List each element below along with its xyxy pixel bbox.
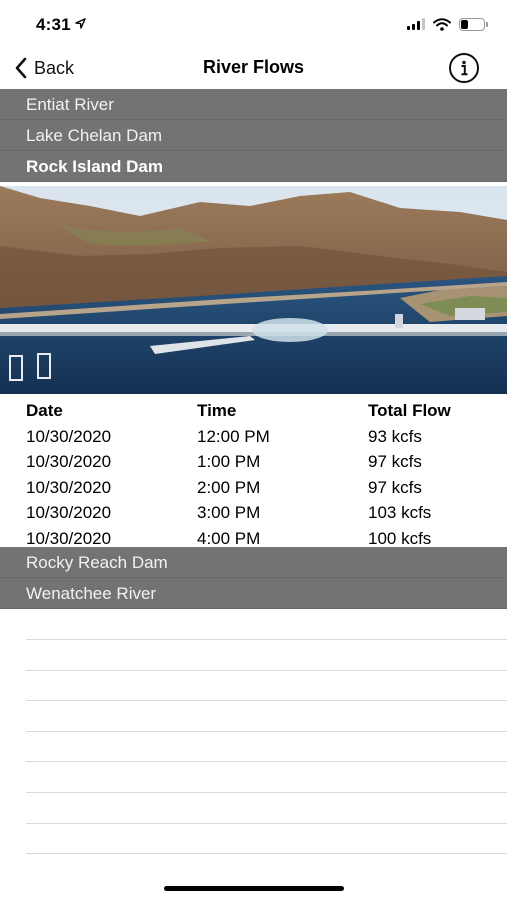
status-time: 4:31 [36, 15, 86, 35]
wifi-icon [433, 17, 451, 31]
table-row: 10/30/2020 3:00 PM 103 kcfs [0, 500, 507, 526]
table-header: Date Time Total Flow [0, 398, 507, 424]
column-header-total-flow: Total Flow [368, 401, 451, 420]
cell-flow: 97 kcfs [368, 477, 422, 497]
status-bar: 4:31 [0, 0, 507, 46]
table-row: 10/30/2020 2:00 PM 97 kcfs [0, 475, 507, 501]
river-item-label: Rock Island Dam [26, 157, 163, 176]
river-item-wenatchee[interactable]: Wenatchee River [0, 578, 507, 609]
divider [26, 822, 507, 854]
river-item-entiat[interactable]: Entiat River [0, 89, 507, 120]
cell-time: 1:00 PM [197, 452, 261, 471]
divider [26, 700, 507, 731]
cell-date: 10/30/2020 [26, 528, 112, 548]
table-row: 10/30/2020 1:00 PM 97 kcfs [0, 449, 507, 475]
cell-flow: 93 kcfs [368, 426, 422, 446]
info-button[interactable] [449, 53, 479, 83]
empty-list-rows [26, 639, 507, 884]
battery-icon [459, 17, 488, 31]
cell-time: 2:00 PM [197, 477, 261, 497]
cell-date: 10/30/2020 [26, 452, 112, 471]
dam-photo-illustration [0, 186, 507, 394]
river-item-label: Rocky Reach Dam [26, 553, 168, 572]
divider [26, 639, 507, 670]
dam-photo [0, 186, 507, 394]
divider [26, 853, 507, 884]
cell-flow: 97 kcfs [368, 452, 422, 471]
cell-date: 10/30/2020 [26, 503, 112, 522]
cell-time: 12:00 PM [197, 426, 270, 446]
cell-date: 10/30/2020 [26, 477, 112, 497]
river-item-label: Wenatchee River [26, 584, 157, 603]
page-title: River Flows [202, 57, 305, 77]
home-indicator[interactable] [164, 886, 344, 891]
river-list-top: Entiat River Lake Chelan Dam Rock Island… [0, 89, 507, 182]
column-header-date: Date [26, 401, 63, 420]
river-item-rock-island-dam[interactable]: Rock Island Dam [0, 151, 507, 182]
status-icons [407, 17, 488, 31]
status-time-text: 4:31 [36, 15, 71, 34]
flow-table: Date Time Total Flow 10/30/2020 12:00 PM… [0, 398, 507, 551]
river-item-label: Lake Chelan Dam [26, 126, 163, 145]
river-item-label: Entiat River [26, 95, 114, 114]
river-item-lake-chelan-dam[interactable]: Lake Chelan Dam [0, 120, 507, 151]
info-circle-icon [461, 60, 468, 76]
divider [26, 730, 507, 762]
river-item-rocky-reach-dam[interactable]: Rocky Reach Dam [0, 547, 507, 578]
divider [26, 761, 507, 792]
table-row: 10/30/2020 12:00 PM 93 kcfs [0, 424, 507, 450]
navigation-bar: Back River Flows [0, 46, 507, 90]
cell-time: 4:00 PM [197, 528, 261, 548]
column-header-time: Time [197, 401, 237, 420]
location-arrow-icon [75, 18, 86, 29]
cell-time: 3:00 PM [197, 503, 261, 522]
signal-icon [407, 18, 425, 30]
divider [26, 791, 507, 823]
divider [26, 669, 507, 701]
cell-flow: 100 kcfs [368, 528, 432, 548]
river-list-bottom: Rocky Reach Dam Wenatchee River [0, 547, 507, 609]
cell-flow: 103 kcfs [368, 503, 432, 522]
cell-date: 10/30/2020 [26, 426, 112, 446]
